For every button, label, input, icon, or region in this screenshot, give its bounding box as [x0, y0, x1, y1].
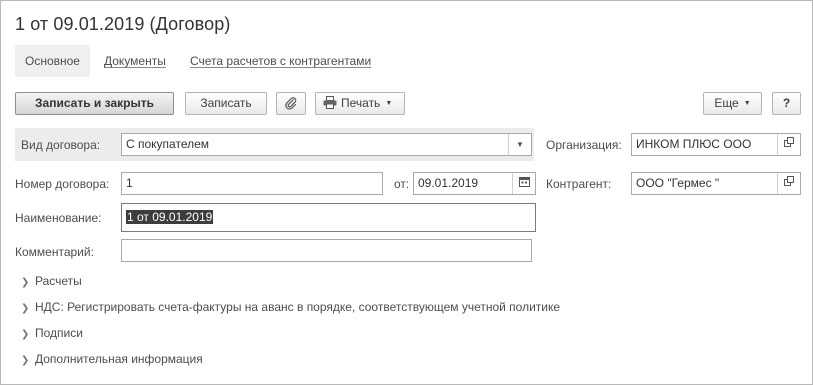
chevron-right-icon: ❯	[21, 303, 30, 314]
section-label: Расчеты	[35, 274, 82, 288]
section-settlements[interactable]: ❯ Расчеты	[21, 274, 82, 288]
page-title: 1 от 09.01.2019 (Договор)	[15, 14, 231, 34]
date-label: от:	[394, 177, 410, 191]
tab-main[interactable]: Основное	[15, 45, 90, 77]
name-label: Наименование:	[15, 211, 102, 225]
tab-documents[interactable]: Документы	[104, 45, 166, 77]
calendar-icon[interactable]	[512, 173, 535, 194]
paperclip-icon	[285, 97, 297, 110]
more-button[interactable]: Еще ▼	[703, 92, 762, 115]
contract-number-field[interactable]: 1	[121, 172, 383, 195]
section-vat[interactable]: ❯ НДС: Регистрировать счета-фактуры на ав…	[21, 300, 560, 314]
contract-number-label: Номер договора:	[15, 177, 110, 191]
counterparty-field[interactable]: ООО "Гермес "	[631, 172, 801, 195]
section-signatures[interactable]: ❯ Подписи	[21, 326, 83, 340]
contract-type-select[interactable]: С покупателем ▼	[121, 133, 532, 156]
name-value-selected: 1 от 09.01.2019	[126, 210, 214, 224]
organization-value: ИНКОМ ПЛЮС ООО	[636, 137, 752, 151]
contract-type-label: Вид договора:	[21, 138, 101, 152]
date-field[interactable]: 09.01.2019	[413, 172, 536, 195]
form-window: 1 от 09.01.2019 (Договор) Основное Докум…	[0, 0, 813, 385]
tab-settlement-accounts[interactable]: Счета расчетов с контрагентами	[190, 45, 371, 77]
chevron-down-icon: ▼	[743, 100, 751, 107]
counterparty-value: ООО "Гермес "	[636, 176, 720, 190]
save-and-close-button[interactable]: Записать и закрыть	[15, 92, 174, 115]
section-label: НДС: Регистрировать счета-фактуры на ава…	[35, 300, 561, 314]
print-label: Печать	[341, 96, 381, 110]
print-button[interactable]: Печать ▼	[315, 92, 405, 115]
help-button[interactable]: ?	[772, 92, 801, 115]
name-field[interactable]: 1 от 09.01.2019	[121, 203, 536, 232]
section-label: Дополнительная информация	[35, 352, 203, 366]
save-button[interactable]: Записать	[185, 92, 267, 115]
comment-field[interactable]	[121, 239, 532, 262]
more-label: Еще	[714, 96, 739, 110]
open-icon[interactable]	[777, 173, 800, 194]
chevron-right-icon: ❯	[21, 277, 30, 288]
chevron-right-icon: ❯	[21, 329, 30, 340]
attach-button[interactable]	[276, 92, 306, 115]
organization-label: Организация:	[546, 138, 622, 152]
chevron-right-icon: ❯	[21, 355, 30, 366]
organization-field[interactable]: ИНКОМ ПЛЮС ООО	[631, 133, 801, 156]
comment-label: Комментарий:	[15, 245, 94, 259]
counterparty-label: Контрагент:	[546, 177, 612, 191]
date-value: 09.01.2019	[418, 176, 479, 190]
section-additional-info[interactable]: ❯ Дополнительная информация	[21, 352, 203, 366]
chevron-down-icon: ▼	[385, 100, 393, 107]
printer-icon	[323, 96, 337, 109]
section-label: Подписи	[35, 326, 83, 340]
contract-type-value: С покупателем	[126, 137, 210, 151]
open-icon[interactable]	[777, 134, 800, 155]
dropdown-arrow-icon[interactable]: ▼	[508, 134, 531, 155]
